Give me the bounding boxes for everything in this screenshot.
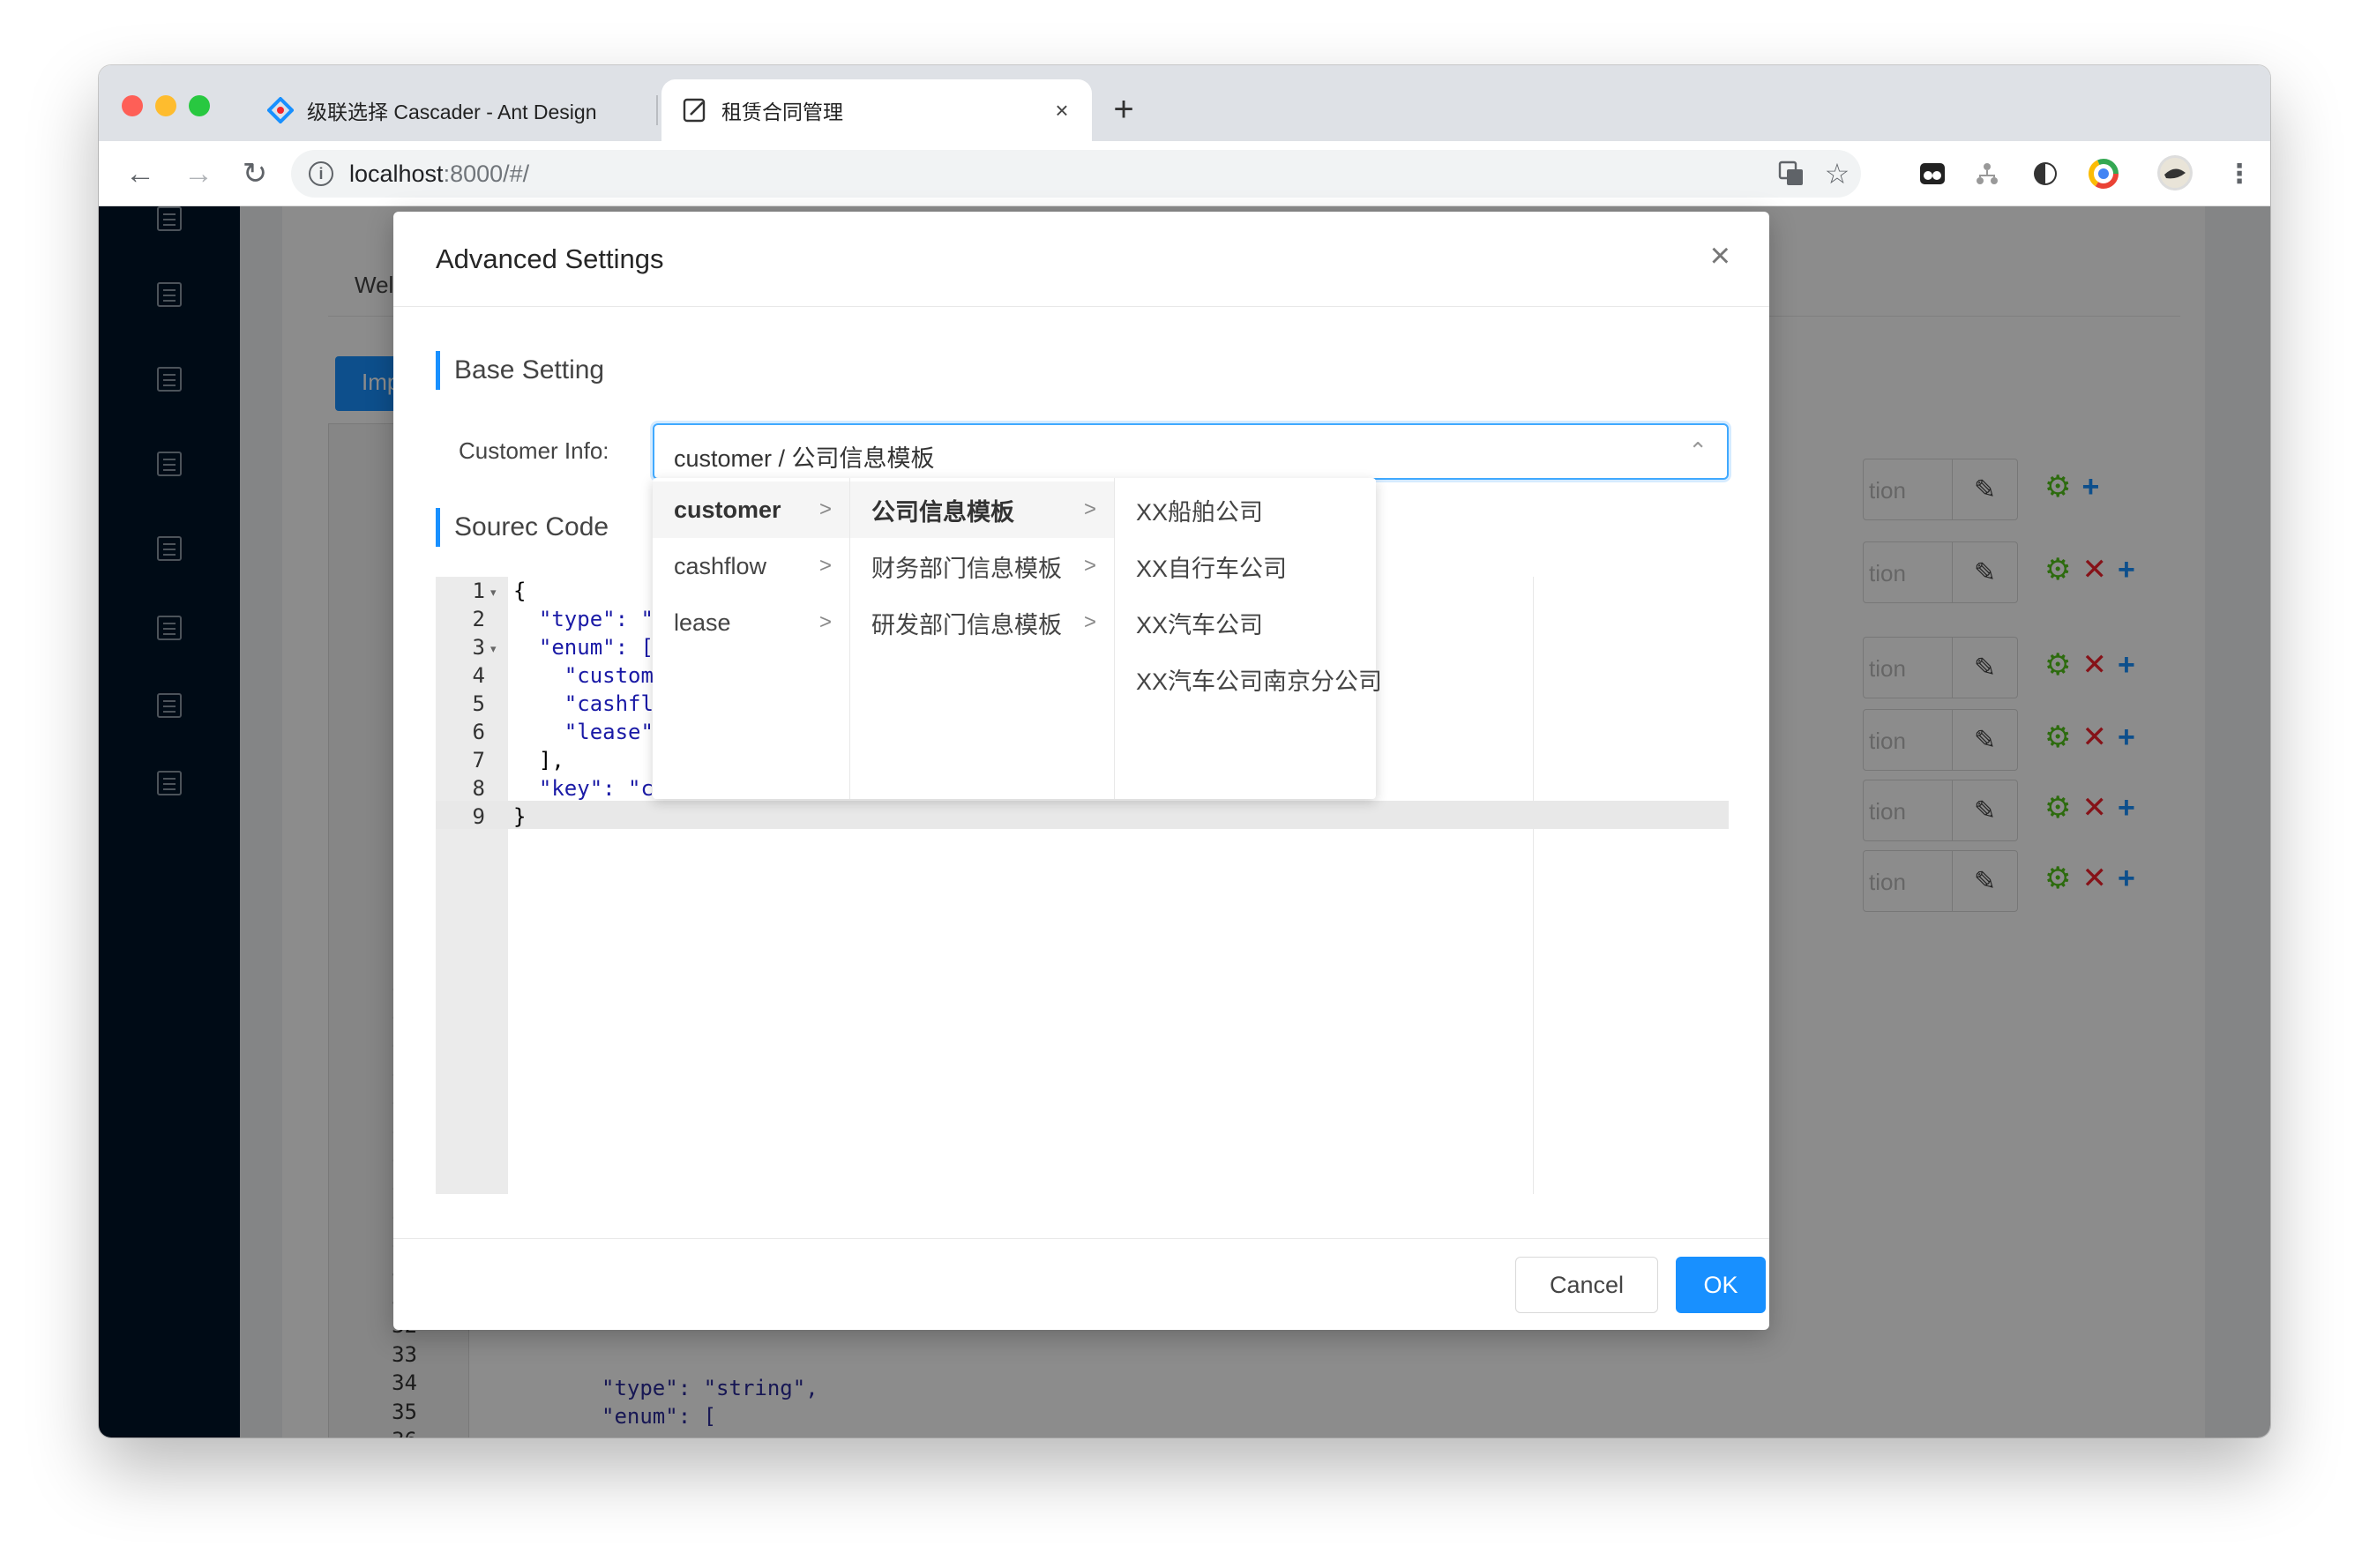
ok-button[interactable]: OK — [1676, 1257, 1766, 1313]
url-host: localhost — [349, 160, 444, 187]
option-label: XX汽车公司南京分公司 — [1136, 668, 1383, 695]
option-label: 研发部门信息模板 — [871, 611, 1062, 638]
site-info-icon[interactable]: i — [309, 161, 333, 186]
forward-arrow-icon[interactable]: → — [178, 153, 219, 194]
source-code-heading: Sourec Code — [436, 508, 609, 547]
extension-halfmoon-icon[interactable] — [2030, 159, 2060, 189]
cascader-option[interactable]: XX自行车公司 — [1115, 538, 1376, 594]
chevron-right-icon: > — [818, 610, 832, 634]
browser-menu-icon[interactable]: ⋮ — [2224, 159, 2254, 189]
back-arrow-icon[interactable]: ← — [120, 153, 161, 194]
cascader-option[interactable]: cashflow > — [653, 538, 849, 594]
option-label: 财务部门信息模板 — [871, 555, 1062, 582]
cascader-option[interactable]: XX汽车公司南京分公司 — [1115, 651, 1382, 707]
chevron-right-icon: > — [1083, 554, 1096, 578]
code-line: "lease" — [513, 720, 654, 744]
cascader-option[interactable]: 公司信息模板 > — [850, 482, 1114, 538]
cascader-option[interactable]: 财务部门信息模板 > — [850, 538, 1114, 594]
tab-lease-contract[interactable]: 租赁合同管理 × — [661, 79, 1092, 141]
cascader-option[interactable]: customer > — [653, 482, 849, 538]
print-margin — [1533, 577, 1534, 1194]
line-number: 7 — [472, 748, 485, 773]
option-label: cashflow — [674, 552, 767, 579]
option-label: XX自行车公司 — [1136, 555, 1288, 582]
option-label: XX船舶公司 — [1136, 498, 1264, 526]
option-label: XX汽车公司 — [1136, 611, 1264, 638]
translate-icon[interactable] — [1776, 159, 1806, 189]
cascader-option[interactable]: XX汽车公司 — [1115, 594, 1376, 651]
cascader-column-level1: customer > cashflow > lease > — [653, 478, 850, 799]
close-icon[interactable]: × — [1710, 238, 1730, 273]
browser-toolbar: ← → ↻ i localhost:8000/#/ ☆ ⋮ — [99, 141, 2270, 206]
code-line: "custom — [513, 663, 654, 688]
modal-title: Advanced Settings — [436, 243, 664, 274]
tab-separator — [656, 95, 658, 125]
new-tab-button[interactable]: + — [1104, 90, 1143, 129]
cascader-dropdown: customer > cashflow > lease > 公司信息模板 > 财务部门信息模板… — [653, 478, 1382, 799]
code-line: { — [513, 579, 527, 603]
cascader-option[interactable]: XX船舶公司 — [1115, 482, 1376, 538]
url-path: :8000/#/ — [443, 160, 530, 187]
tab-close-icon[interactable]: × — [1044, 97, 1080, 124]
tab-title: 租赁合同管理 — [721, 101, 843, 123]
line-number: 2 — [472, 607, 485, 631]
edit-page-icon — [681, 96, 709, 124]
line-number: 5 — [472, 691, 485, 716]
cascader-value: customer / 公司信息模板 — [674, 445, 935, 472]
customer-info-label: Customer Info: — [459, 437, 609, 464]
profile-avatar-icon[interactable] — [2157, 155, 2193, 190]
bookmark-star-icon[interactable]: ☆ — [1822, 158, 1852, 190]
code-line: ], — [513, 748, 564, 773]
chevron-up-icon: ⌃ — [1688, 437, 1708, 464]
tab-strip: 级联选择 Cascader - Ant Design × 租赁合同管理 × + — [99, 65, 2270, 141]
cascader-option[interactable]: 研发部门信息模板 > — [850, 594, 1114, 651]
code-line: "type": " — [513, 607, 654, 631]
modal-header: Advanced Settings × — [393, 212, 1769, 307]
address-bar[interactable]: i localhost:8000/#/ ☆ — [291, 150, 1861, 198]
line-number: 3 — [472, 635, 485, 660]
customer-info-cascader[interactable]: customer / 公司信息模板 ⌃ — [653, 423, 1729, 480]
code-line: "cashfl — [513, 691, 654, 716]
fold-arrow-icon[interactable]: ▾ — [490, 586, 497, 600]
line-number: 1 — [472, 579, 485, 603]
chevron-right-icon: > — [1083, 497, 1096, 521]
code-line: } — [513, 804, 527, 829]
cascader-column-level3: XX船舶公司 XX自行车公司 XX汽车公司 XX汽车公司南京分公司 — [1115, 478, 1382, 799]
extension-glasses-icon[interactable] — [1917, 159, 1947, 189]
chevron-right-icon: > — [818, 497, 832, 521]
extension-tree-icon[interactable] — [1972, 159, 2002, 189]
ant-design-logo-icon — [266, 96, 295, 124]
reload-icon[interactable]: ↻ — [235, 153, 275, 194]
modal-footer: Cancel OK — [393, 1238, 1769, 1330]
option-label: customer — [674, 496, 781, 523]
extension-chrome-color-icon[interactable] — [2089, 159, 2119, 189]
code-line: "enum": [ — [513, 635, 654, 660]
line-number: 8 — [472, 776, 485, 801]
base-setting-heading: Base Setting — [436, 351, 604, 390]
cascader-column-level2: 公司信息模板 > 财务部门信息模板 > 研发部门信息模板 > — [850, 478, 1115, 799]
option-label: 公司信息模板 — [871, 498, 1014, 526]
chevron-right-icon: > — [1083, 610, 1096, 634]
chevron-right-icon: > — [818, 554, 832, 578]
code-line: "key": "c — [513, 776, 654, 801]
line-number: 4 — [472, 663, 485, 688]
fold-arrow-icon[interactable]: ▾ — [490, 642, 497, 656]
cascader-option[interactable]: lease > — [653, 594, 849, 651]
maximize-window-button[interactable] — [189, 95, 210, 116]
active-line-highlight — [436, 801, 1729, 829]
tab-title: 级联选择 Cascader - Ant Design — [307, 101, 597, 123]
cancel-button[interactable]: Cancel — [1515, 1257, 1658, 1313]
minimize-window-button[interactable] — [155, 95, 176, 116]
option-label: lease — [674, 609, 731, 636]
close-window-button[interactable] — [122, 95, 143, 116]
line-number: 9 — [472, 804, 485, 829]
line-number: 6 — [472, 720, 485, 744]
